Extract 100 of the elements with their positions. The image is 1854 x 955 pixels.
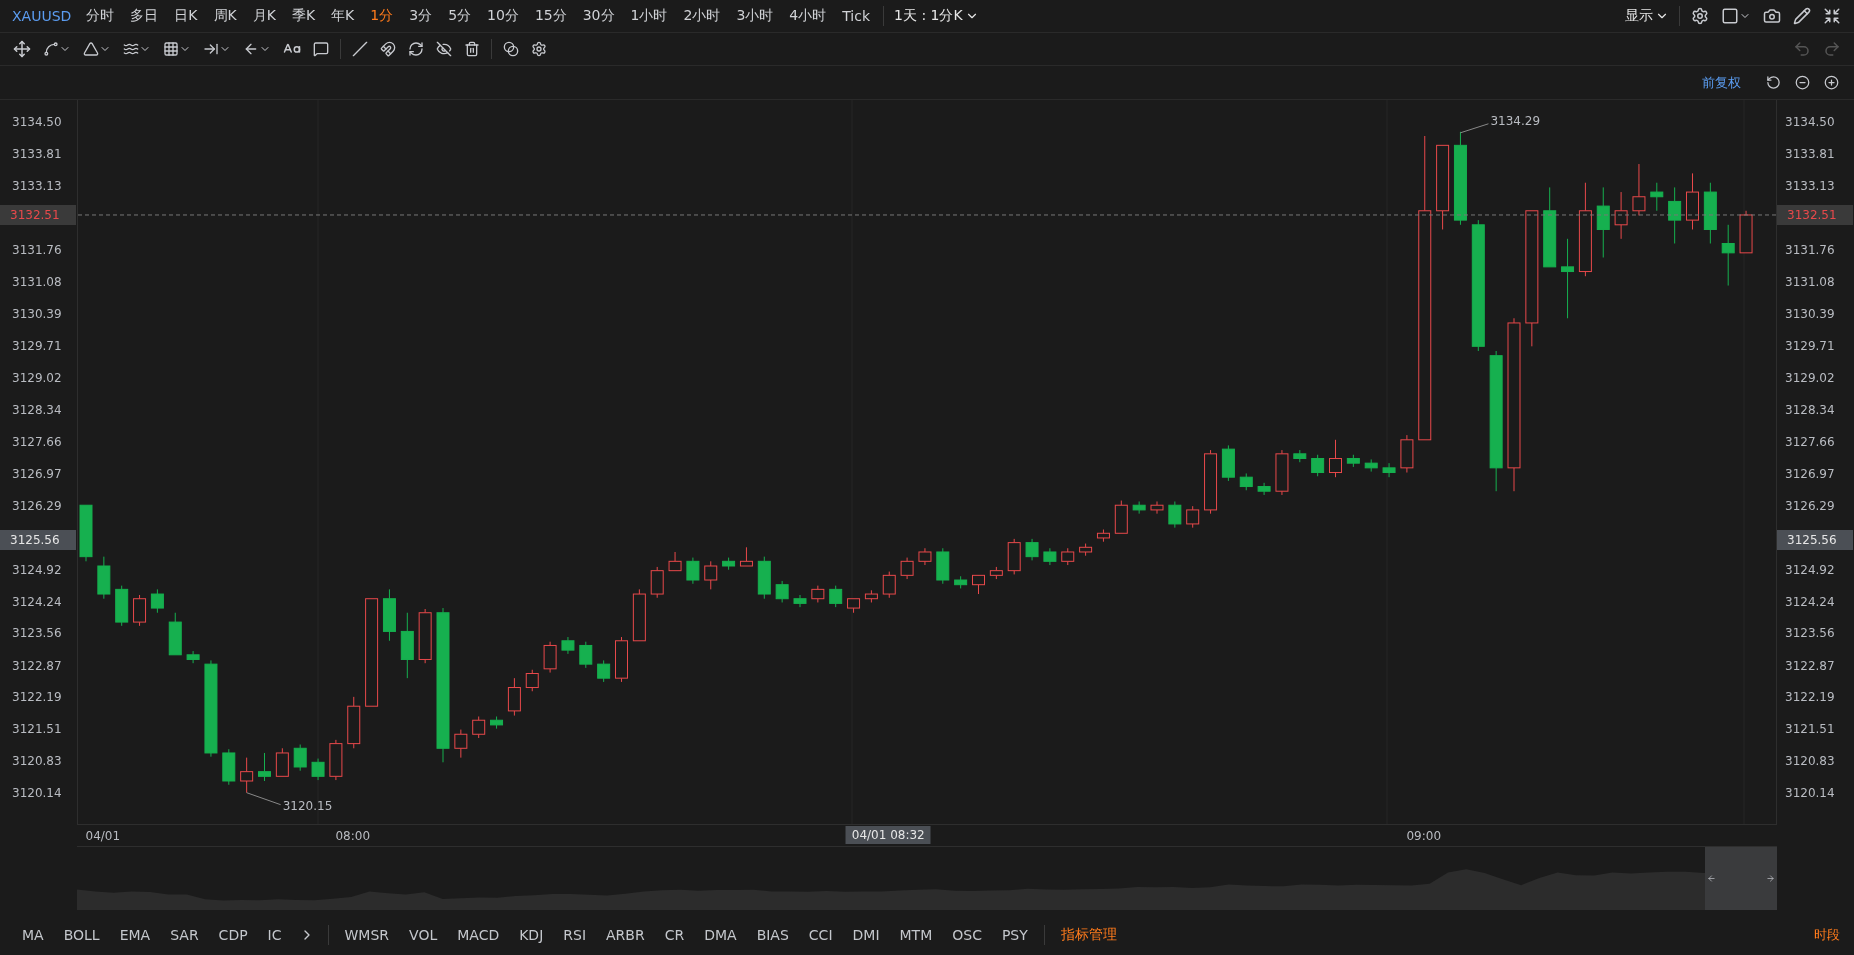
axis-label: 3122.87: [1785, 658, 1835, 673]
falling-candle: [1364, 458, 1378, 473]
axis-label: 3129.71: [12, 338, 62, 353]
adjust-button[interactable]: 前复权: [1696, 72, 1747, 93]
falling-candle: [1025, 538, 1039, 561]
indicator-tab[interactable]: ARBR: [598, 925, 653, 945]
period-tab[interactable]: 1小时: [623, 5, 675, 27]
period-tab[interactable]: 1分: [363, 5, 401, 27]
low-price-label: 3120.15: [282, 798, 333, 813]
period-tab[interactable]: 5分: [441, 5, 479, 27]
period-tab[interactable]: 15分: [527, 5, 574, 27]
indicator-tab[interactable]: IC: [259, 925, 290, 945]
rising-candle: [1632, 163, 1646, 216]
axis-label: 3124.24: [12, 594, 62, 609]
axis-label: 3120.83: [12, 753, 62, 768]
indicator-tab[interactable]: CCI: [800, 925, 841, 945]
rising-candle: [1114, 500, 1128, 534]
period-tab[interactable]: 日K: [167, 5, 205, 27]
axis-label: 3126.97: [1785, 466, 1835, 481]
falling-candle: [97, 556, 111, 600]
period-tab[interactable]: 季K: [284, 5, 323, 27]
indicator-tab[interactable]: MACD: [449, 925, 508, 945]
indicator-manage-button[interactable]: 指标管理: [1052, 924, 1125, 946]
right-arrow-icon: [1766, 874, 1775, 883]
indicator-tab[interactable]: EMA: [111, 925, 159, 945]
rising-candle: [1400, 434, 1414, 473]
falling-candle: [258, 752, 271, 782]
axis-label: 3133.81: [1785, 147, 1835, 162]
period-tab[interactable]: 周K: [206, 5, 244, 27]
navigator-handle[interactable]: [1705, 847, 1777, 910]
rising-candle: [882, 571, 896, 599]
rising-candle: [900, 557, 914, 580]
falling-candle: [1293, 449, 1307, 463]
axis-label: 3120.14: [12, 786, 62, 801]
indicator-tab[interactable]: VOL: [401, 925, 446, 945]
falling-candle: [382, 588, 396, 642]
falling-candle: [793, 594, 807, 608]
falling-candle: [1221, 444, 1235, 482]
falling-candle: [561, 636, 575, 655]
axis-label: 3133.13: [1785, 179, 1835, 193]
rising-candle: [989, 566, 1003, 580]
indicator-tab[interactable]: CDP: [210, 925, 256, 945]
price-tag: 3125.56: [1777, 529, 1853, 550]
period-tab[interactable]: 2小时: [676, 5, 728, 27]
range-dropdown[interactable]: 1天 : 1分K: [890, 5, 983, 27]
falling-candle: [1132, 501, 1146, 515]
period-tab[interactable]: 3分: [402, 5, 440, 27]
axis-label: 3131.08: [12, 274, 62, 289]
period-tab[interactable]: 10分: [480, 5, 526, 27]
falling-candle: [79, 504, 93, 562]
price-tag: 3125.56: [0, 529, 76, 550]
rising-candle: [347, 696, 361, 749]
rising-candle: [704, 560, 718, 590]
axis-label: 3122.19: [1785, 690, 1835, 705]
indicator-tab[interactable]: OSC: [944, 925, 990, 945]
falling-candle: [936, 547, 950, 585]
indicator-tab[interactable]: SAR: [162, 925, 207, 945]
period-tab[interactable]: 月K: [245, 5, 283, 27]
rising-candle: [1614, 191, 1628, 240]
indicator-tab[interactable]: WMSR: [336, 925, 398, 945]
high-price-label: 3134.29: [1490, 113, 1541, 128]
axis-label: 3133.81: [12, 147, 62, 162]
rising-candle: [1686, 172, 1699, 230]
axis-label: 3129.71: [1785, 338, 1835, 353]
axis-label: 3130.39: [12, 307, 62, 322]
axis-label: 3121.51: [1785, 722, 1835, 737]
period-tab[interactable]: 分时: [79, 5, 122, 27]
indicator-tab[interactable]: BOLL: [55, 925, 108, 945]
falling-candle: [222, 748, 236, 786]
indicator-tab[interactable]: CR: [656, 925, 693, 945]
axis-label: 3123.56: [12, 626, 62, 641]
indicator-tab[interactable]: DMA: [696, 925, 745, 945]
rising-candle: [1739, 210, 1753, 254]
rising-candle: [472, 716, 486, 739]
indicator-tab[interactable]: MTM: [891, 925, 941, 945]
indicator-tab[interactable]: KDJ: [511, 925, 552, 945]
display-dropdown[interactable]: 显示: [1621, 5, 1673, 27]
indicator-tab[interactable]: MA: [14, 925, 52, 945]
rising-candle: [1204, 449, 1218, 515]
falling-candle: [186, 650, 200, 664]
period-tab[interactable]: 多日: [123, 5, 166, 27]
period-tab[interactable]: 年K: [324, 5, 362, 27]
rising-candle: [275, 747, 289, 777]
indicator-tab[interactable]: RSI: [555, 925, 595, 945]
axis-label: 3124.92: [12, 562, 62, 577]
indicator-tab[interactable]: PSY: [993, 925, 1036, 945]
axis-label: 3127.66: [12, 434, 62, 449]
period-tab[interactable]: 4小时: [782, 5, 834, 27]
axis-label: 3122.19: [12, 690, 62, 705]
axis-label: 3121.51: [12, 722, 62, 737]
falling-candle: [1239, 472, 1253, 491]
axis-label: 3127.66: [1785, 434, 1835, 449]
rising-candle: [918, 547, 932, 566]
period-tab[interactable]: Tick: [835, 6, 878, 26]
period-tab[interactable]: 30分: [575, 5, 622, 27]
period-tab[interactable]: 3小时: [729, 5, 781, 27]
axis-label: 3126.29: [1785, 498, 1835, 513]
indicator-tab[interactable]: BIAS: [748, 925, 797, 945]
indicator-tab[interactable]: DMI: [844, 925, 888, 945]
rising-candle: [133, 594, 147, 627]
